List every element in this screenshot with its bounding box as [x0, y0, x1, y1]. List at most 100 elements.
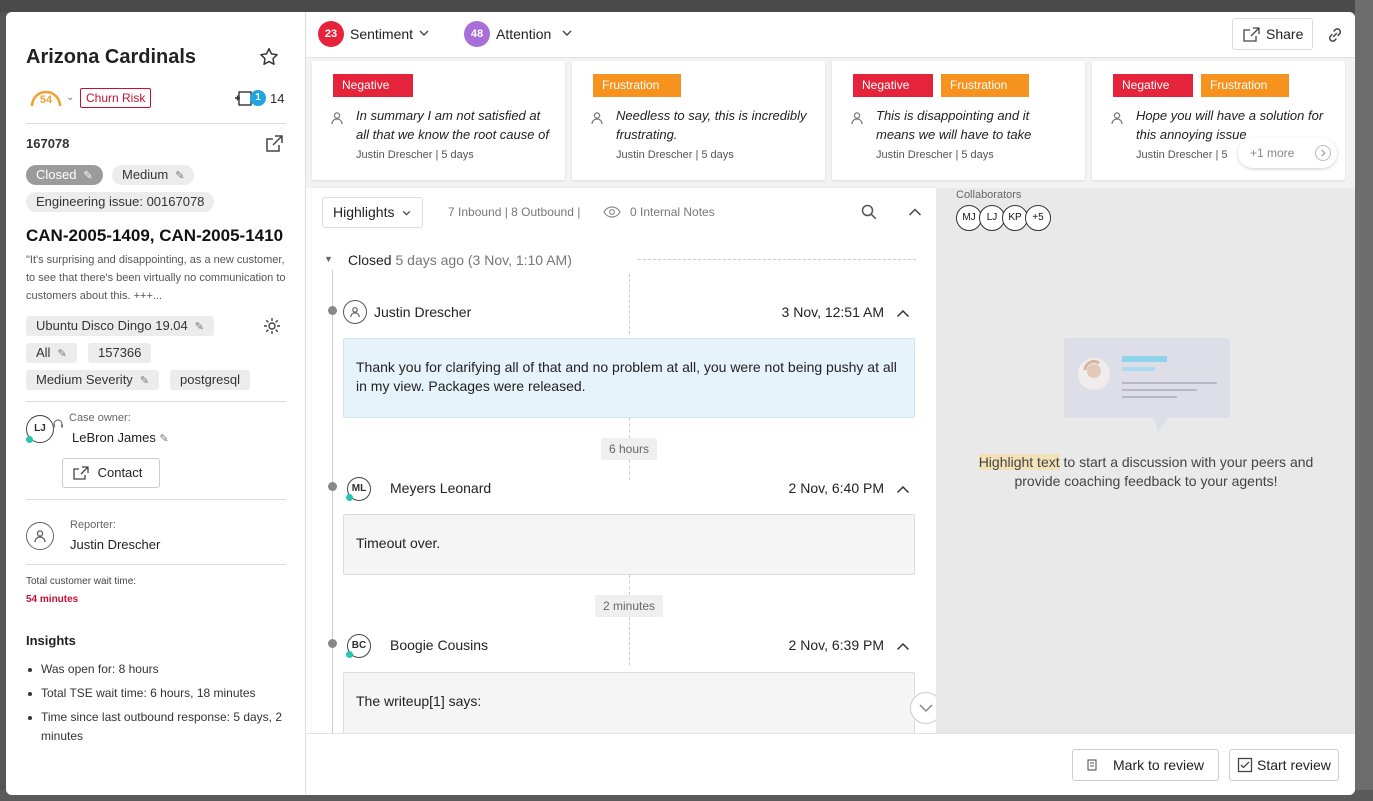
person-icon	[331, 112, 343, 125]
message-body: Thank you for clarifying all of that and…	[343, 338, 915, 418]
churn-risk-badge: Churn Risk	[80, 88, 152, 108]
reporter-avatar[interactable]	[26, 522, 54, 550]
frustration-tag: Frustration	[593, 74, 681, 97]
pencil-icon[interactable]: ✎	[83, 166, 92, 186]
sentiment-count[interactable]: 23	[318, 21, 344, 47]
cases-count: 14	[270, 91, 285, 106]
chevron-up-icon[interactable]	[908, 206, 922, 218]
attention-dropdown[interactable]: Attention	[496, 26, 551, 42]
mark-to-review-button[interactable]: Mark to review	[1072, 749, 1219, 781]
chevron-down-icon[interactable]	[418, 27, 430, 39]
collapse-triangle-icon[interactable]: ▼	[324, 254, 333, 264]
case-subject: CAN-2005-1409, CAN-2005-1410	[26, 226, 284, 245]
more-cards-label: +1 more	[1250, 146, 1295, 160]
tag-chip[interactable]: 157366	[88, 343, 152, 363]
insight-item: Was open for: 8 hours	[26, 660, 288, 679]
priority-chip[interactable]: Medium ✎	[112, 165, 195, 186]
headset-icon	[53, 419, 63, 428]
person-icon	[591, 112, 603, 125]
priority-chip-label: Medium	[122, 167, 169, 182]
case-owner-name-text: LeBron James	[72, 430, 156, 445]
pencil-icon[interactable]: ✎	[159, 433, 168, 445]
tag-chip[interactable]: Ubuntu Disco Dingo 19.04 ✎	[26, 316, 214, 336]
divider	[638, 259, 916, 260]
time-gap-badge: 6 hours	[601, 438, 658, 460]
sender-avatar[interactable]	[343, 300, 367, 324]
person-icon	[851, 112, 863, 125]
tag-label: All	[36, 345, 51, 360]
start-review-label: Start review	[1257, 757, 1331, 773]
chevron-up-icon[interactable]	[896, 484, 910, 494]
status-chip[interactable]: Closed ✎	[26, 165, 103, 185]
scroll-down-button[interactable]	[910, 692, 936, 724]
highlight-text: Highlight text	[978, 454, 1060, 470]
sender-name: Justin Drescher	[374, 304, 472, 320]
star-icon[interactable]	[258, 46, 280, 68]
share-arrow-icon	[73, 466, 89, 480]
chevron-up-icon[interactable]	[896, 308, 910, 318]
chevron-down-icon	[402, 210, 411, 216]
highlights-dropdown[interactable]: Highlights	[322, 197, 423, 228]
sentiment-dropdown[interactable]: Sentiment	[350, 26, 413, 42]
health-score[interactable]: 54	[28, 84, 64, 112]
sender-name: Boogie Cousins	[390, 637, 489, 653]
person-icon	[350, 307, 360, 318]
card-meta: Justin Drescher | 5 days	[876, 149, 994, 161]
tag-label: Medium Severity	[36, 372, 133, 387]
gear-icon[interactable]	[262, 316, 282, 336]
collaborators-label: Collaborators	[956, 189, 1022, 201]
case-sidebar: Arizona Cardinals 54 ⌄ Churn Risk 1 14 1…	[6, 12, 306, 795]
tag-chip[interactable]: postgresql	[170, 370, 250, 390]
closed-time: 5 days ago (3 Nov, 1:10 AM)	[395, 252, 572, 268]
internal-notes-toggle[interactable]: 0 Internal Notes	[630, 205, 715, 219]
case-owner-name[interactable]: LeBron James ✎	[72, 430, 169, 445]
chevron-up-icon[interactable]	[896, 641, 910, 651]
link-icon[interactable]	[1326, 26, 1344, 44]
signal-card[interactable]: Frustration Needless to say, this is inc…	[572, 61, 825, 180]
chevron-right-icon	[1315, 145, 1331, 161]
engineering-issue-chip[interactable]: Engineering issue: 00167078	[26, 192, 215, 212]
tag-chip[interactable]: Medium Severity ✎	[26, 370, 160, 391]
wait-time-value: 54 minutes	[26, 594, 79, 605]
contact-button[interactable]: Contact	[62, 458, 160, 488]
signal-card[interactable]: Negative In summary I am not satisfied a…	[312, 61, 565, 180]
health-score-value: 54	[39, 94, 53, 106]
attention-count[interactable]: 48	[464, 21, 490, 47]
reporter-name[interactable]: Justin Drescher	[70, 537, 160, 552]
negative-tag: Negative	[1113, 74, 1193, 97]
timeline-dot	[328, 482, 337, 491]
share-button[interactable]: Share	[1232, 18, 1313, 50]
signals-toolbar: 23 Sentiment 48 Attention Share	[306, 12, 1355, 58]
pencil-icon[interactable]: ✎	[175, 166, 184, 186]
chevron-down-icon[interactable]: ⌄	[66, 92, 74, 103]
more-cards-button[interactable]: +1 more	[1238, 138, 1337, 168]
signal-card[interactable]: Negative Frustration This is disappointi…	[832, 61, 1085, 180]
divider	[26, 499, 286, 500]
case-modal: Arizona Cardinals 54 ⌄ Churn Risk 1 14 1…	[6, 12, 1355, 795]
negative-tag: Negative	[333, 74, 413, 97]
account-name: Arizona Cardinals	[26, 46, 197, 68]
online-indicator	[346, 651, 353, 658]
timeline-dot	[328, 306, 337, 315]
chevron-down-icon	[919, 704, 933, 713]
closed-label: Closed	[348, 252, 392, 268]
chevron-down-icon[interactable]	[561, 27, 573, 39]
card-quote: In summary I am not satisfied at all tha…	[356, 108, 549, 142]
start-review-button[interactable]: Start review	[1229, 749, 1339, 781]
pencil-icon[interactable]: ✎	[195, 317, 204, 337]
collaboration-pane: Collaborators MJ LJ KP +5 Highlight text…	[936, 188, 1355, 733]
hint-text: to start a discussion with your peers an…	[1014, 454, 1314, 489]
external-link-icon[interactable]	[264, 134, 284, 154]
pencil-icon[interactable]: ✎	[57, 344, 66, 364]
person-icon	[34, 530, 46, 543]
frustration-tag: Frustration	[941, 74, 1029, 97]
online-indicator	[26, 436, 33, 443]
search-icon[interactable]	[861, 204, 877, 220]
time-gap-line	[629, 460, 630, 480]
divider	[26, 401, 286, 402]
more-collaborators[interactable]: +5	[1025, 205, 1051, 231]
tag-chip[interactable]: All ✎	[26, 343, 77, 363]
divider	[26, 123, 286, 124]
pencil-icon[interactable]: ✎	[140, 371, 149, 391]
time-gap-badge: 2 minutes	[595, 595, 664, 617]
